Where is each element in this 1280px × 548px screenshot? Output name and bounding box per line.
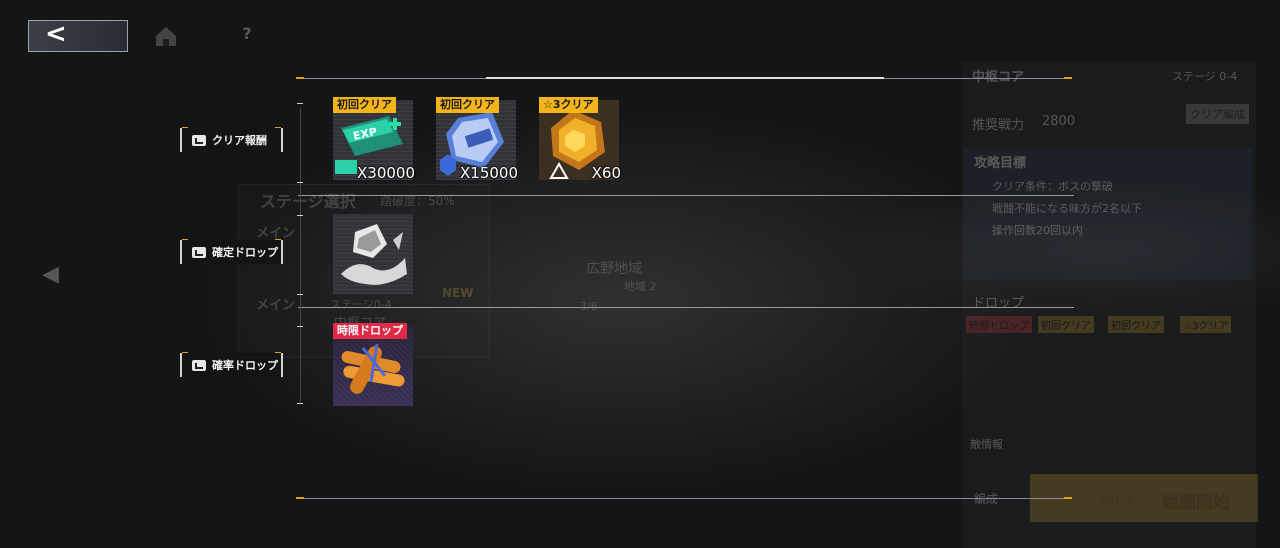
item-column-line [300,108,301,404]
frame-dash [297,403,303,404]
bg-rp-drop-title: ドロップ [972,296,1025,311]
reward-tag: 時限ドロップ [333,323,407,339]
divider-line [298,307,1074,308]
frame-dash [297,182,303,183]
frame-dash [297,326,303,327]
bg-new-badge: NEW [442,286,474,300]
bg-rp-stage: ステージ 0-4 [1172,70,1238,83]
category-label: 確率ドロップ [212,359,278,372]
frame-corner-tick [296,497,304,499]
reward-quantity: X60 [591,164,621,182]
bg-stage-select-title: ステージ選択 [260,192,356,211]
frame-corner-tick [1064,497,1072,499]
bg-rp-power-label: 推奨戦力 [972,118,1025,133]
bg-left-arrow-icon: ◀ [42,262,59,287]
bg-rp-drop-tag: ☆3クリア [1180,316,1232,333]
category-guaranteed-drop: 確定ドロップ [180,239,283,264]
reward-quantity: X15000 [460,164,518,182]
frame-top-highlight [486,77,884,79]
bg-rp-goal: クリア条件：ボスの撃破 [992,180,1113,193]
tag-icon [192,359,206,371]
reward-tag: 初回クリア [436,97,499,113]
reward-tag: ☆3クリア [539,97,598,113]
bg-rp-power-value: 2800 [1042,114,1076,129]
drop-item-silver-fragment[interactable] [333,214,413,294]
help-button[interactable]: ? [236,24,258,48]
bg-rp-start-button: 戦闘開始 [1162,493,1230,513]
back-button[interactable]: < [28,19,128,52]
reward-quantity: X30000 [357,164,415,182]
drop-item-bread[interactable]: 時限ドロップ [333,323,413,406]
silver-fragment-icon [341,224,407,285]
frame-corner-tick [1064,77,1072,79]
bg-rp-drop-tag: 初回クリア [1038,316,1094,333]
bg-rp-enemy-label: 敵情報 [970,438,1003,451]
home-button[interactable] [152,24,180,48]
frame-dash [297,215,303,216]
bg-field-sub: 地域 2 [624,280,657,293]
reward-item-silver-gem[interactable]: 初回クリア X15000 [436,97,518,182]
divider-line [298,195,1074,196]
reward-item-exp[interactable]: EXP 初回クリア X30000 [333,97,415,182]
bg-rp-drop-tag: 初回クリア [1108,316,1164,333]
home-icon [156,27,176,46]
frame-bottom-line [298,498,1068,499]
frame-dash [297,294,303,295]
frame-dash [297,103,303,104]
bg-rp-fuel: 燃料 -6 [1100,496,1134,507]
tag-icon [192,246,206,258]
bg-field-name: 広野地域 [586,261,642,277]
frame-corner-tick [296,77,304,79]
tag-icon [192,134,206,146]
bg-rp-goal: 戦闘不能になる味方が2名以下 [992,202,1142,215]
bg-main-label-2: メイン [256,298,296,313]
bg-rp-goal: 操作回数20回以内 [992,224,1083,237]
bg-rp-title: 中枢コア [972,70,1025,85]
bg-rp-formation-button: クリア編成 [1186,104,1249,124]
category-label: クリア報酬 [212,134,267,147]
category-probability-drop: 確率ドロップ [180,352,283,377]
reward-item-gold-gem[interactable]: ☆3クリア X60 [539,97,621,182]
bg-rp-goal-title: 攻略目標 [974,156,1027,171]
reward-tag: 初回クリア [333,97,396,113]
category-label: 確定ドロップ [212,246,278,259]
bg-stage-code: ステージ0-4 [330,298,392,311]
chevron-left-icon: < [45,19,67,49]
category-clear-reward: クリア報酬 [180,127,283,152]
bg-rp-drop-tag: 時限ドロップ [966,316,1032,333]
